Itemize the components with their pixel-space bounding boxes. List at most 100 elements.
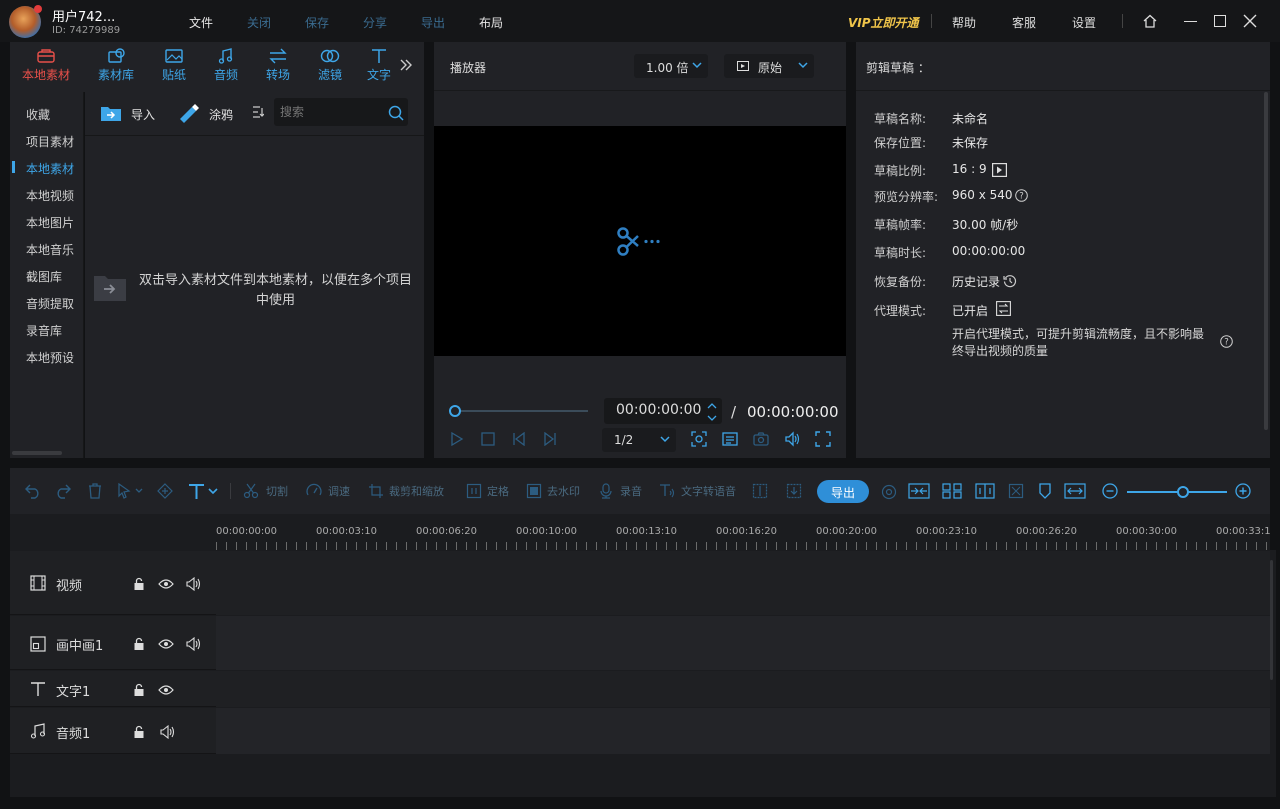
- proxy-settings-icon[interactable]: [996, 301, 1011, 316]
- home-icon[interactable]: [1142, 14, 1158, 28]
- next-frame-icon[interactable]: [543, 432, 557, 446]
- cut-button[interactable]: 切割: [266, 483, 288, 499]
- speaker-icon[interactable]: [186, 637, 202, 651]
- sidebar-item-local-image[interactable]: 本地图片: [26, 214, 74, 231]
- freeze-button[interactable]: 定格: [487, 483, 509, 499]
- eye-icon[interactable]: [158, 638, 174, 650]
- zoom-fit-icon[interactable]: [691, 431, 707, 447]
- marker-icon[interactable]: [157, 483, 173, 499]
- record-button[interactable]: 录音: [620, 483, 642, 499]
- volume-icon[interactable]: [784, 431, 800, 447]
- cut-icon[interactable]: [243, 483, 259, 499]
- search-icon[interactable]: [388, 105, 404, 121]
- lock-icon[interactable]: [133, 637, 145, 651]
- close-icon[interactable]: [1243, 14, 1257, 28]
- crop-zoom-button[interactable]: 裁剪和缩放: [389, 483, 444, 499]
- split-screen-icon[interactable]: [752, 483, 768, 499]
- maximize-icon[interactable]: [1214, 15, 1226, 27]
- eye-icon[interactable]: [158, 684, 174, 696]
- stop-icon[interactable]: [481, 432, 495, 446]
- draft-scrollbar[interactable]: [1264, 92, 1268, 430]
- sidebar-item-local-music[interactable]: 本地音乐: [26, 241, 74, 258]
- sidebar-item-favorites[interactable]: 收藏: [26, 106, 50, 123]
- shield-icon[interactable]: [1037, 483, 1053, 499]
- speed-button[interactable]: 调速: [328, 483, 350, 499]
- tab-sticker[interactable]: 贴纸: [149, 48, 199, 83]
- zoom-slider-handle[interactable]: [1177, 486, 1189, 498]
- tab-transition[interactable]: 转场: [253, 48, 303, 83]
- menu-share[interactable]: 分享: [363, 14, 387, 31]
- split-columns-icon[interactable]: [975, 483, 995, 499]
- user-name[interactable]: 用户742...: [52, 6, 115, 25]
- progress-track[interactable]: [454, 410, 588, 412]
- subtitle-icon[interactable]: [722, 431, 738, 447]
- settings-circle-icon[interactable]: [881, 484, 897, 500]
- fullscreen-icon[interactable]: [815, 431, 831, 447]
- track-lane-text[interactable]: [216, 671, 1270, 707]
- download-icon[interactable]: [786, 483, 802, 499]
- help-button[interactable]: 帮助: [952, 14, 976, 31]
- text-to-speech-button[interactable]: 文字转语音: [681, 483, 736, 499]
- progress-handle[interactable]: [449, 405, 461, 417]
- menu-file[interactable]: 文件: [189, 14, 213, 31]
- sidebar-item-project-media[interactable]: 项目素材: [26, 133, 74, 150]
- redo-icon[interactable]: [55, 483, 71, 499]
- record-icon[interactable]: [598, 483, 614, 499]
- play-icon[interactable]: [450, 432, 464, 446]
- search-input[interactable]: [280, 100, 380, 124]
- track-lane-pip[interactable]: [216, 616, 1270, 670]
- delete-icon[interactable]: [87, 483, 103, 499]
- service-button[interactable]: 客服: [1012, 14, 1036, 31]
- prev-frame-icon[interactable]: [512, 432, 526, 446]
- menu-layout[interactable]: 布局: [479, 14, 503, 31]
- import-button[interactable]: 导入: [131, 106, 155, 123]
- undo-icon[interactable]: [25, 483, 41, 499]
- import-icon[interactable]: [100, 104, 122, 122]
- vip-button[interactable]: VIP立即开通: [848, 14, 919, 31]
- lock-icon[interactable]: [133, 577, 145, 591]
- text-style-icon[interactable]: [188, 482, 220, 500]
- tab-local-media[interactable]: 本地素材: [21, 48, 71, 83]
- track-lane-audio[interactable]: [216, 708, 1270, 754]
- history-icon[interactable]: [1003, 274, 1017, 288]
- time-stepper-icon[interactable]: [706, 401, 718, 423]
- tts-icon[interactable]: [659, 483, 675, 499]
- fit-width-icon[interactable]: [1064, 483, 1086, 499]
- tab-material-library[interactable]: 素材库: [91, 48, 141, 83]
- tab-filter[interactable]: 滤镜: [305, 48, 355, 83]
- more-tabs-icon[interactable]: [399, 58, 413, 72]
- grid-layout-icon[interactable]: [942, 483, 962, 499]
- sidebar-item-local-media[interactable]: 本地素材: [26, 160, 74, 177]
- sidebar-item-audio-extract[interactable]: 音频提取: [26, 295, 74, 312]
- timeline-scrollbar[interactable]: [1270, 560, 1273, 680]
- zoom-in-icon[interactable]: [1235, 483, 1251, 499]
- lock-icon[interactable]: [133, 683, 145, 697]
- speed-icon[interactable]: [306, 483, 322, 499]
- help-circle-icon[interactable]: ?: [1220, 335, 1233, 348]
- menu-export[interactable]: 导出: [421, 14, 445, 31]
- crop-icon[interactable]: [368, 483, 384, 499]
- sort-icon[interactable]: [252, 105, 264, 119]
- tab-text[interactable]: 文字: [357, 48, 401, 83]
- minimize-icon[interactable]: [1184, 21, 1197, 22]
- select-tool-icon[interactable]: [117, 483, 145, 499]
- zoom-out-icon[interactable]: [1102, 483, 1118, 499]
- menu-save[interactable]: 保存: [305, 14, 329, 31]
- merge-icon[interactable]: [908, 483, 930, 499]
- speaker-icon[interactable]: [186, 577, 202, 591]
- settings-button[interactable]: 设置: [1072, 14, 1096, 31]
- camera-icon[interactable]: [753, 431, 769, 447]
- timeline-export-button[interactable]: 导出: [817, 480, 869, 503]
- lock-icon[interactable]: [133, 725, 145, 739]
- fit-icon[interactable]: [1008, 483, 1024, 499]
- watermark-icon[interactable]: [526, 483, 542, 499]
- remove-watermark-button[interactable]: 去水印: [547, 483, 580, 499]
- help-circle-icon[interactable]: ?: [1015, 189, 1028, 202]
- menu-close[interactable]: 关闭: [247, 14, 271, 31]
- sidebar-item-presets[interactable]: 本地预设: [26, 349, 74, 366]
- doodle-button[interactable]: 涂鸦: [209, 106, 233, 123]
- tab-audio[interactable]: 音频: [201, 48, 251, 83]
- current-time-input[interactable]: 00:00:00:00: [604, 398, 722, 424]
- freeze-icon[interactable]: [466, 483, 482, 499]
- sidebar-item-screenshots[interactable]: 截图库: [26, 268, 62, 285]
